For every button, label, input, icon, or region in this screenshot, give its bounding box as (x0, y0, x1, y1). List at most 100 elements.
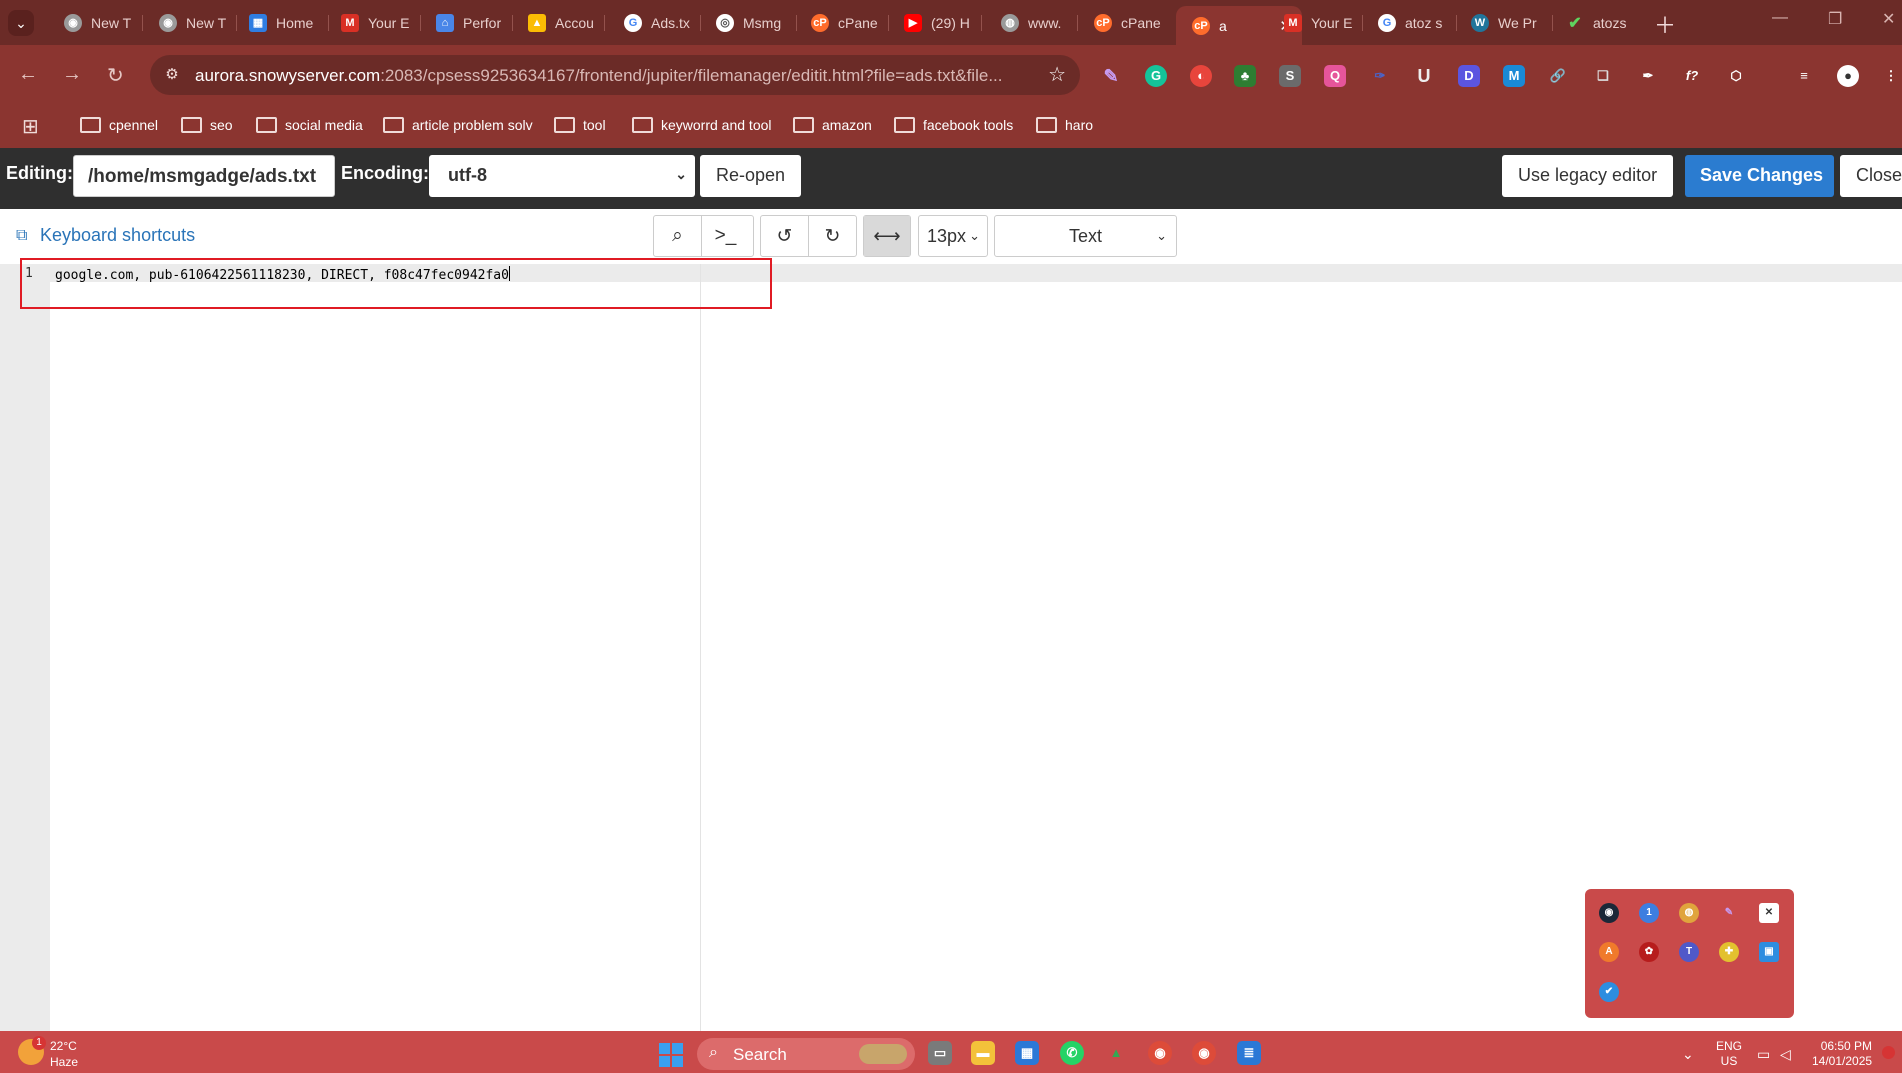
formula-extension-icon[interactable]: f? (1681, 65, 1703, 87)
url-text[interactable]: aurora.snowyserver.com:2083/cpsess925363… (195, 66, 1003, 86)
tab-home[interactable]: ▦ Home (233, 6, 321, 39)
colorful-extension-icon[interactable]: ◐ (1190, 65, 1212, 87)
tab-atoz-search[interactable]: Gatoz s (1362, 6, 1450, 39)
save-changes-button[interactable]: Save Changes (1685, 155, 1834, 197)
task-view-icon[interactable]: ▭ (928, 1041, 952, 1065)
steam-tray-icon[interactable]: ◉ (1599, 903, 1619, 923)
store-icon[interactable]: ▦ (1015, 1041, 1039, 1065)
tab-atozs[interactable]: ✔ atozs (1550, 6, 1638, 39)
yellow-app-tray-icon[interactable]: ✚ (1719, 942, 1739, 962)
tab-www[interactable]: ◍ www. (985, 6, 1073, 39)
site-info-icon[interactable]: ⚙ (162, 65, 182, 85)
m-extension-icon[interactable]: M (1503, 65, 1525, 87)
chrome-taskbar-icon[interactable]: ◉ (1148, 1041, 1172, 1065)
bookmark-folder-seo[interactable]: seo (181, 117, 233, 133)
avast-tray-icon[interactable]: A (1599, 942, 1619, 962)
d-extension-icon[interactable]: D (1458, 65, 1480, 87)
address-bar[interactable]: ⚙ aurora.snowyserver.com:2083/cpsess9253… (150, 55, 1080, 95)
chrome-tray-icon[interactable]: ◍ (1679, 903, 1699, 923)
window-close-icon[interactable]: ✕ (1882, 9, 1895, 29)
tab-youtube[interactable]: ▶ (29) H (888, 6, 976, 39)
u-extension-icon[interactable]: U (1413, 65, 1435, 87)
weather-widget[interactable]: 22°C Haze (50, 1038, 78, 1070)
tab-cpanel-2[interactable]: cP cPane (1078, 6, 1166, 39)
defender-tray-icon[interactable]: ✔ (1599, 982, 1619, 1002)
close-editor-button[interactable]: Close (1840, 155, 1902, 197)
use-legacy-editor-button[interactable]: Use legacy editor (1502, 155, 1674, 197)
notification-bell-icon[interactable] (1882, 1046, 1895, 1059)
display-tray-icon[interactable]: ▣ (1759, 942, 1779, 962)
keyboard-shortcuts-link[interactable]: ⧉ Keyboard shortcuts (16, 225, 195, 246)
eyedropper-extension-icon[interactable]: ✒ (1637, 65, 1659, 87)
media-control-icon[interactable]: ≡ (1793, 65, 1815, 87)
language-indicator[interactable]: ENG US (1716, 1039, 1742, 1069)
pen-extension-icon[interactable]: ✑ (1369, 65, 1391, 87)
font-size-select[interactable]: 13px ⌄ (918, 215, 988, 257)
back-icon[interactable]: ← (18, 63, 38, 86)
bookmark-folder-cpennel[interactable]: cpennel (80, 117, 158, 133)
windows-start-icon[interactable] (659, 1043, 683, 1067)
tab-ads-txt[interactable]: G Ads.tx (608, 6, 696, 39)
redo-icon[interactable]: ↻ (809, 216, 856, 256)
file-explorer-icon[interactable]: ▬ (971, 1041, 995, 1065)
seo-extension-icon[interactable]: S (1279, 65, 1301, 87)
bookmark-folder-tool[interactable]: tool (554, 117, 606, 133)
word-wrap-toggle-icon[interactable]: ⟷ (864, 216, 910, 256)
quill-extension-icon[interactable]: ✎ (1100, 65, 1122, 87)
undo-icon[interactable]: ↺ (761, 216, 809, 256)
tab-search-button[interactable]: ⌄ (8, 10, 34, 36)
tab-cpanel-1[interactable]: cP cPane (795, 6, 883, 39)
bookmark-folder-social-media[interactable]: social media (256, 117, 363, 133)
bookmark-folder-keyword-tool[interactable]: keyworrd and tool (632, 117, 772, 133)
notepad-icon[interactable]: ≣ (1237, 1041, 1261, 1065)
profile-avatar[interactable]: ● (1837, 65, 1859, 87)
restore-icon[interactable]: ❐ (1828, 9, 1842, 29)
tab-new-tab-1[interactable]: ◉ New T (48, 6, 136, 39)
reopen-button[interactable]: Re-open (700, 155, 802, 197)
bookmark-folder-facebook-tools[interactable]: facebook tools (894, 117, 1013, 133)
grammarly-icon[interactable]: G (1145, 65, 1167, 87)
bookmark-folder-article-problem[interactable]: article problem solv (383, 117, 533, 133)
teams-tray-icon[interactable]: T (1679, 942, 1699, 962)
tab-performance[interactable]: ⌂ Perfor (420, 6, 508, 39)
quill-tray-icon[interactable]: ✎ (1719, 903, 1739, 923)
tab-accounts[interactable]: ▲ Accou (512, 6, 600, 39)
bookmark-label: facebook tools (923, 117, 1014, 133)
bookmark-folder-haro[interactable]: haro (1036, 117, 1093, 133)
tab-msmg[interactable]: ◎ Msmg (700, 6, 788, 39)
minimize-icon[interactable]: — (1772, 9, 1788, 27)
layers-extension-icon[interactable]: ❏ (1592, 65, 1614, 87)
apps-grid-icon[interactable]: ⊞ (22, 114, 39, 139)
bookmark-star-icon[interactable]: ☆ (1048, 62, 1066, 87)
google-drive-icon[interactable]: ▲ (1104, 1041, 1128, 1065)
green-extension-icon[interactable]: ♣ (1234, 65, 1256, 87)
shield-tray-icon[interactable]: ✕ (1759, 903, 1779, 923)
encoding-select[interactable]: utf-8 ⌄ (429, 155, 695, 197)
mode-select[interactable]: Text ⌄ (994, 215, 1177, 257)
link-extension-icon[interactable]: 🔗 (1547, 65, 1569, 87)
tab-gmail-2[interactable]: M Your E (1268, 6, 1356, 39)
search-icon[interactable]: ⌕ (654, 216, 702, 256)
chrome-profile-taskbar-icon[interactable]: ◉ (1192, 1041, 1216, 1065)
red-app-tray-icon[interactable]: ✿ (1639, 942, 1659, 962)
forward-icon[interactable]: → (62, 63, 82, 86)
network-icon[interactable]: ▭ (1757, 1046, 1770, 1063)
pink-extension-icon[interactable]: Q (1324, 65, 1346, 87)
taskbar-search[interactable]: ⌕ Search (697, 1038, 915, 1070)
chevron-up-icon[interactable]: ⌄ (1682, 1046, 1694, 1063)
volume-icon[interactable]: ◁ (1780, 1046, 1791, 1063)
sync-tray-icon[interactable]: 1 (1639, 903, 1659, 923)
bookmark-label: social media (285, 117, 363, 133)
reload-icon[interactable]: ↻ (107, 63, 124, 88)
bookmark-folder-amazon[interactable]: amazon (793, 117, 872, 133)
terminal-goto-icon[interactable]: >_ (702, 216, 749, 256)
menu-kebab-icon[interactable]: ⋮ (1880, 65, 1902, 87)
clock[interactable]: 06:50 PM 14/01/2025 (1812, 1039, 1872, 1069)
new-tab-button[interactable]: ＋ (1654, 8, 1676, 40)
file-path-field[interactable]: /home/msmgadge/ads.txt (73, 155, 335, 197)
extensions-puzzle-icon[interactable]: ⬡ (1725, 65, 1747, 87)
tab-gmail-1[interactable]: M Your E (325, 6, 413, 39)
whatsapp-icon[interactable]: ✆ (1060, 1041, 1084, 1065)
tab-wordpress[interactable]: W We Pr (1455, 6, 1543, 39)
tab-new-tab-2[interactable]: ◉ New T (143, 6, 231, 39)
